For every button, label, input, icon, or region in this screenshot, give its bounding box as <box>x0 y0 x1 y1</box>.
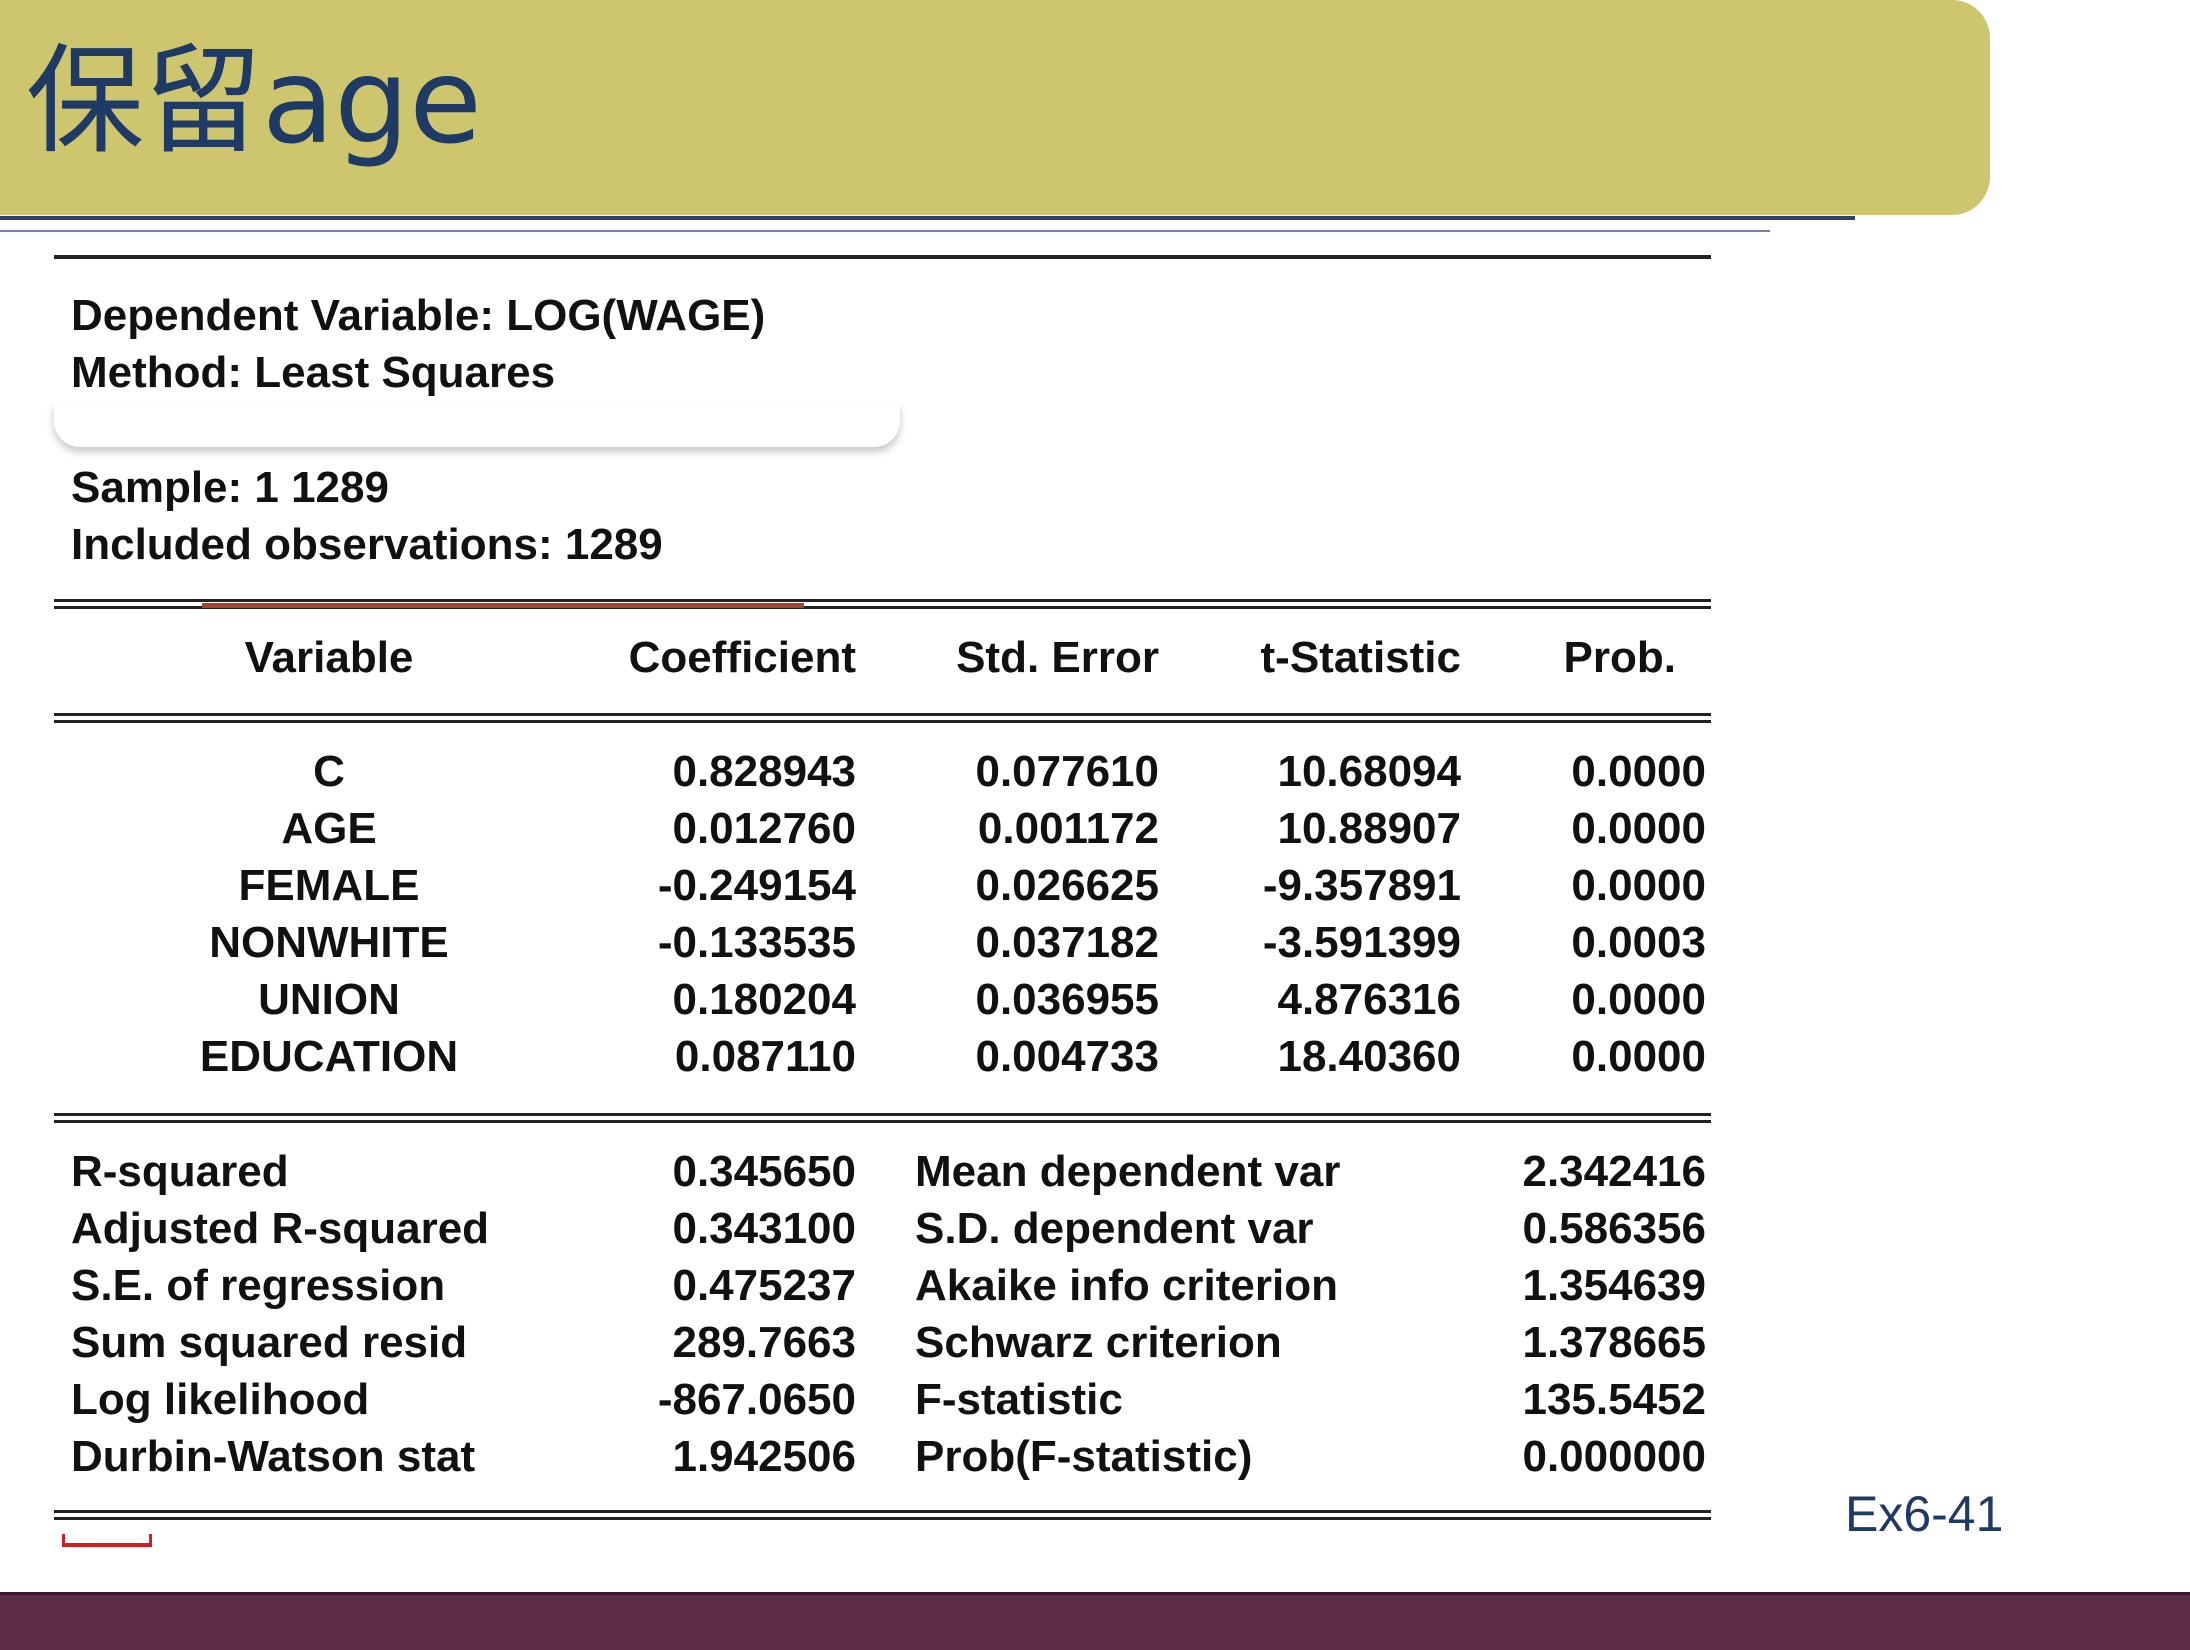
stat-label-2: Akaike info criterion <box>915 1261 1339 1310</box>
row-coefficient: -0.249154 <box>657 861 856 910</box>
row-t-statistic: 10.88907 <box>1277 804 1461 853</box>
row-variable: NONWHITE <box>209 918 449 967</box>
regression-output-panel: Dependent Variable: LOG(WAGE) Method: Le… <box>54 255 1714 1530</box>
row-std-error: 0.037182 <box>975 918 1159 967</box>
observations-line: Included observations: 1289 <box>71 520 663 569</box>
stat-label-2: S.D. dependent var <box>915 1204 1314 1253</box>
stat-label-2: Schwarz criterion <box>915 1318 1282 1367</box>
stats-bottom-rule <box>54 1510 1711 1520</box>
header-prob: Prob. <box>1563 633 1676 682</box>
row-coefficient: -0.133535 <box>657 918 856 967</box>
hidden-lines-overlay <box>54 403 900 447</box>
row-prob: 0.0000 <box>1571 804 1706 853</box>
red-annotation-mark <box>62 1543 152 1547</box>
row-prob: 0.0000 <box>1571 975 1706 1024</box>
header-std-error: Std. Error <box>956 633 1159 682</box>
header-t-statistic: t-Statistic <box>1260 633 1461 682</box>
title-bar: 保留age <box>0 0 1990 215</box>
stat-value-2: 0.586356 <box>1522 1204 1706 1253</box>
row-variable: FEMALE <box>238 861 420 910</box>
slide-title: 保留age <box>26 32 482 170</box>
row-coefficient: 0.087110 <box>674 1032 856 1081</box>
row-variable: UNION <box>258 975 400 1024</box>
stat-label: Sum squared resid <box>71 1318 468 1367</box>
row-variable: C <box>313 747 345 796</box>
stat-value-2: 2.342416 <box>1522 1147 1706 1196</box>
row-coefficient: 0.828943 <box>672 747 856 796</box>
sample-line: Sample: 1 1289 <box>71 463 389 512</box>
stat-value: 0.475237 <box>672 1261 856 1310</box>
title-rule-bottom <box>0 230 1770 232</box>
red-annotation-tick-right <box>149 1534 152 1546</box>
stat-value-2: 0.000000 <box>1522 1432 1706 1481</box>
stat-value-2: 1.378665 <box>1522 1318 1706 1367</box>
stat-label: Log likelihood <box>71 1375 370 1424</box>
stat-label: R-squared <box>71 1147 289 1196</box>
stat-value-2: 1.354639 <box>1522 1261 1706 1310</box>
row-t-statistic: -9.357891 <box>1262 861 1461 910</box>
row-t-statistic: 18.40360 <box>1277 1032 1461 1081</box>
row-variable: AGE <box>281 804 377 853</box>
stats-top-rule <box>54 1113 1711 1123</box>
stat-value: 1.942506 <box>672 1432 856 1481</box>
row-prob: 0.0003 <box>1571 918 1706 967</box>
row-std-error: 0.036955 <box>975 975 1159 1024</box>
row-std-error: 0.026625 <box>975 861 1159 910</box>
row-std-error: 0.077610 <box>975 747 1159 796</box>
row-coefficient: 0.180204 <box>672 975 856 1024</box>
panel-top-rule <box>54 255 1711 259</box>
row-prob: 0.0000 <box>1571 861 1706 910</box>
row-variable: EDUCATION <box>199 1032 459 1081</box>
row-prob: 0.0000 <box>1571 747 1706 796</box>
stat-label: Adjusted R-squared <box>71 1204 490 1253</box>
slide-number: Ex6-41 <box>1845 1486 2004 1542</box>
footer-bar <box>0 1592 2190 1650</box>
stat-value-2: 135.5452 <box>1522 1375 1706 1424</box>
method-line: Method: Least Squares <box>71 348 556 397</box>
stat-label-2: F-statistic <box>915 1375 1123 1424</box>
row-t-statistic: 10.68094 <box>1277 747 1461 796</box>
red-annotation-tick-left <box>62 1534 65 1546</box>
header-bottom-rule <box>54 713 1711 723</box>
row-prob: 0.0000 <box>1571 1032 1706 1081</box>
stat-label: Durbin-Watson stat <box>71 1432 476 1481</box>
row-std-error: 0.004733 <box>975 1032 1159 1081</box>
stat-label-2: Mean dependent var <box>915 1147 1341 1196</box>
stat-value: -867.0650 <box>657 1375 856 1424</box>
age-highlight-underline <box>202 603 804 608</box>
header-coefficient: Coefficient <box>628 633 856 682</box>
dependent-variable-line: Dependent Variable: LOG(WAGE) <box>71 291 766 340</box>
title-rule-top <box>0 216 1855 220</box>
header-variable: Variable <box>244 633 414 682</box>
stat-value: 289.7663 <box>672 1318 856 1367</box>
stat-label: S.E. of regression <box>71 1261 446 1310</box>
row-t-statistic: -3.591399 <box>1262 918 1461 967</box>
stat-value: 0.343100 <box>672 1204 856 1253</box>
stat-value: 0.345650 <box>672 1147 856 1196</box>
stat-label-2: Prob(F-statistic) <box>915 1432 1253 1481</box>
row-std-error: 0.001172 <box>977 804 1159 853</box>
row-t-statistic: 4.876316 <box>1277 975 1461 1024</box>
row-coefficient: 0.012760 <box>672 804 856 853</box>
